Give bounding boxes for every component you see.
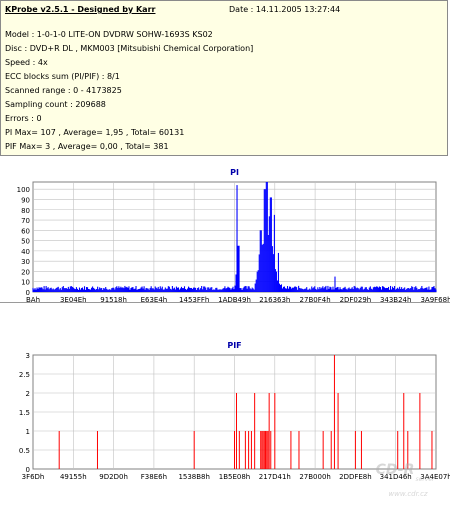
x-tick-label: 49155h: [60, 473, 87, 481]
chart-title: PI: [230, 168, 239, 177]
x-tick-label: 343B24h: [380, 296, 412, 304]
charts-svg: PI0102030405060708090100BAh 3E04Eh 91518h E…: [0, 156, 450, 505]
y-tick-label: 50: [21, 238, 30, 246]
scan-date: Date : 14.11.2005 13:27:44: [229, 5, 341, 14]
x-tick-label: 2DF029h: [340, 296, 372, 304]
info-ecc-sum: ECC blocks sum (PI/PIF) : 8/1: [5, 72, 120, 81]
y-tick-label: 90: [21, 196, 30, 204]
info-errors: Errors : 0: [5, 114, 42, 123]
info-sampling-count: Sampling count : 209688: [5, 100, 106, 109]
y-tick-label: 60: [21, 227, 30, 235]
x-tick-label: 2DDFE8h: [339, 473, 372, 481]
app-title: KProbe v2.5.1 - Designed by Karr: [5, 5, 156, 14]
y-tick-label: 70: [21, 217, 30, 225]
x-tick-label: 1453FFh: [179, 296, 209, 304]
pif-chart: PIF00.511.522.533F6Dh 49155h 9D2D0h F38E6h 1…: [19, 341, 450, 481]
x-tick-label: 91518h: [100, 296, 127, 304]
info-speed: Speed : 4x: [5, 58, 48, 67]
x-tick-label: BAh: [26, 296, 40, 304]
y-tick-label: 0.5: [19, 447, 30, 455]
x-tick-label: 3A9F68h: [420, 296, 450, 304]
y-tick-label: 1: [26, 428, 30, 436]
x-tick-label: 1ADB49h: [218, 296, 251, 304]
y-tick-label: 1.5: [19, 409, 30, 417]
y-tick-label: 100: [17, 186, 30, 194]
watermark-brand: CD-R: [376, 462, 415, 478]
info-model: Model : 1-0-1-0 LITE-ON DVDRW SOHW-1693S…: [5, 30, 213, 39]
x-tick-label: 27B0F4h: [300, 296, 331, 304]
watermark-sub: server: [416, 476, 436, 483]
x-tick-label: 217D41h: [259, 473, 291, 481]
info-disc: Disc : DVD+R DL , MKM003 [Mitsubishi Che…: [5, 44, 254, 53]
pi-chart: PI0102030405060708090100BAh 3E04Eh 91518h E…: [17, 168, 450, 304]
x-tick-label: 3F6Dh: [22, 473, 45, 481]
chart-title: PIF: [227, 341, 241, 350]
x-tick-label: 9D2D0h: [99, 473, 128, 481]
info-scanned-range: Scanned range : 0 - 4173825: [5, 86, 122, 95]
x-tick-label: 216363h: [259, 296, 290, 304]
watermark-url: www.cdr.cz: [388, 490, 428, 498]
y-tick-label: 80: [21, 207, 30, 215]
x-tick-label: F38E6h: [141, 473, 167, 481]
charts-area: PI 0 10 20 30 40 50 60 70 80 90 100 BAh 3E04Eh 91518h E…: [0, 156, 450, 505]
y-tick-label: 3: [26, 352, 30, 360]
x-tick-label: 3E04Eh: [60, 296, 87, 304]
info-pi-summary: PI Max= 107 , Average= 1,95 , Total= 601…: [5, 128, 185, 137]
y-tick-label: 10: [21, 279, 30, 287]
x-tick-label: E63E4h: [141, 296, 168, 304]
y-tick-label: 30: [21, 258, 30, 266]
y-tick-label: 40: [21, 248, 30, 256]
y-tick-label: 20: [21, 268, 30, 276]
info-panel: KProbe v2.5.1 - Designed by Karr Date : …: [0, 0, 448, 156]
y-tick-label: 2.5: [19, 371, 30, 379]
x-tick-label: 1B5E08h: [219, 473, 250, 481]
info-pif-summary: PIF Max= 3 , Average= 0,00 , Total= 381: [5, 142, 169, 151]
x-tick-label: 27B000h: [299, 473, 331, 481]
kprobe-window: KProbe v2.5.1 - Designed by Karr Date : …: [0, 0, 450, 505]
y-tick-label: 2: [26, 390, 30, 398]
x-tick-label: 1538B8h: [178, 473, 210, 481]
